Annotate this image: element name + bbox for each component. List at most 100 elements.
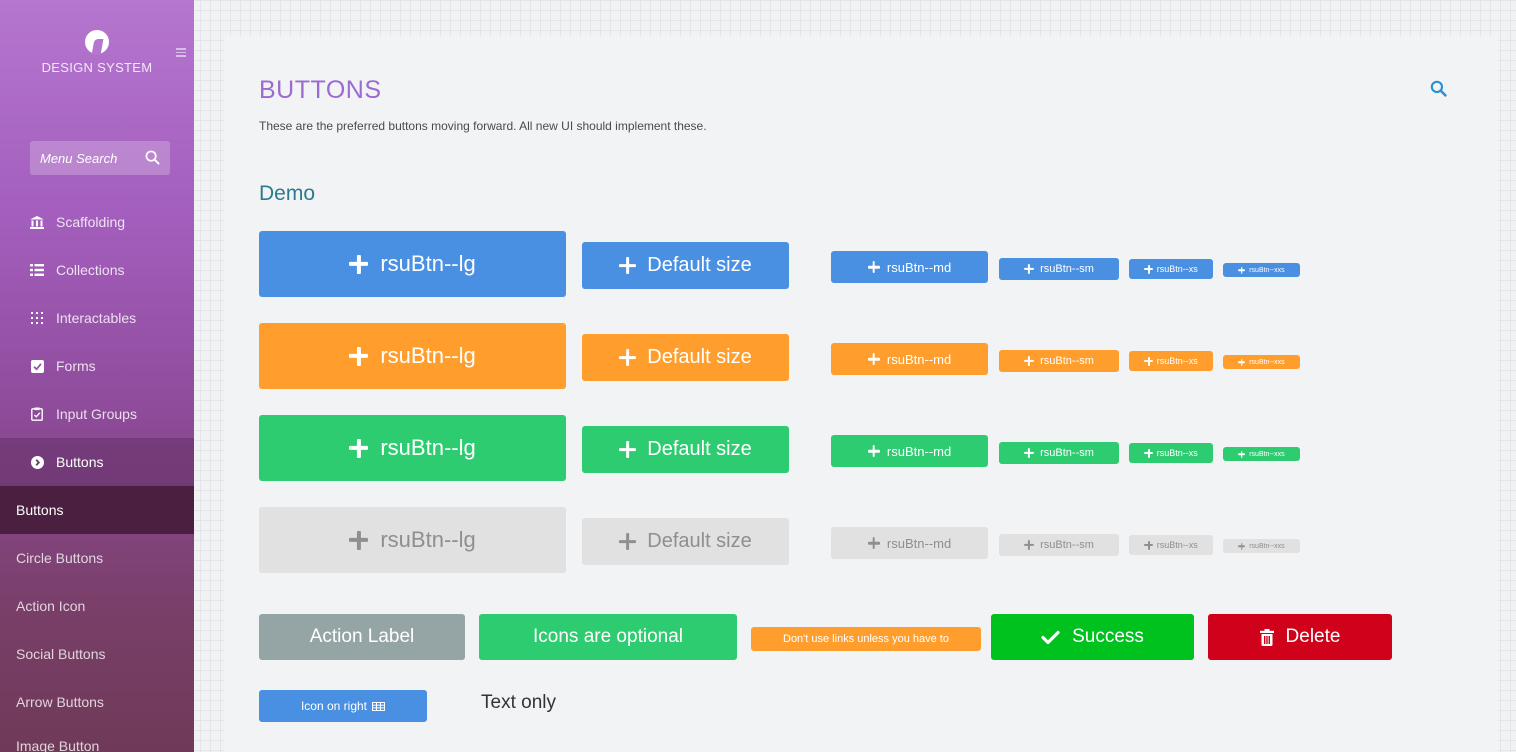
orange-xxs-button[interactable]: rsuBtn--xxs <box>1223 355 1300 369</box>
sidebar-subitem-label: Arrow Buttons <box>16 694 104 710</box>
plus-icon <box>349 439 368 458</box>
action-label-button[interactable]: Action Label <box>259 614 465 660</box>
button-label: rsuBtn--lg <box>380 343 476 368</box>
building-icon <box>30 215 44 229</box>
disabled-xxs-button: rsuBtn--xxs <box>1223 539 1300 553</box>
plus-icon <box>619 349 636 366</box>
button-label: Default size <box>647 346 752 368</box>
plus-icon <box>1024 448 1034 458</box>
delete-button[interactable]: Delete <box>1208 614 1392 660</box>
icons-optional-button[interactable]: Icons are optional <box>479 614 737 660</box>
button-label: rsuBtn--lg <box>380 435 476 460</box>
search-icon[interactable] <box>1430 80 1447 102</box>
plus-icon <box>1024 540 1034 550</box>
grid-dots-icon <box>30 311 44 325</box>
button-label: Don't use links unless you have to <box>783 633 949 645</box>
green-lg-button[interactable]: rsuBtn--lg <box>259 415 566 481</box>
plus-icon <box>1238 359 1245 366</box>
blue-default-button[interactable]: Default size <box>582 242 789 289</box>
blue-xs-button[interactable]: rsuBtn--xs <box>1129 259 1213 279</box>
menu-search-placeholder: Menu Search <box>40 151 118 166</box>
checkbox-icon <box>30 359 44 373</box>
sidebar-item-input-groups[interactable]: Input Groups <box>0 390 194 438</box>
plus-icon <box>1238 451 1245 458</box>
success-button[interactable]: Success <box>991 614 1194 660</box>
button-label: Icon on right <box>300 699 368 713</box>
green-md-button[interactable]: rsuBtn--md <box>831 435 988 467</box>
button-label: rsuBtn--xs <box>1156 540 1198 550</box>
sidebar-subitem-social-buttons[interactable]: Social Buttons <box>0 630 194 678</box>
plus-icon <box>1238 267 1245 274</box>
menu-search-input[interactable]: Menu Search <box>30 141 170 175</box>
button-label: rsuBtn--xxs <box>1249 450 1285 458</box>
button-label: rsuBtn--sm <box>1040 263 1094 275</box>
logo-icon <box>85 30 109 54</box>
icon-on-right-button[interactable]: Icon on right <box>259 690 427 722</box>
sidebar-subitem-buttons[interactable]: Buttons <box>0 486 194 534</box>
plus-icon <box>1024 356 1034 366</box>
orange-xs-button[interactable]: rsuBtn--xs <box>1129 351 1213 371</box>
sidebar-subitem-action-icon[interactable]: Action Icon <box>0 582 194 630</box>
blue-sm-button[interactable]: rsuBtn--sm <box>999 258 1119 280</box>
clipboard-check-icon <box>30 407 44 421</box>
sidebar: DESIGN SYSTEM Menu Search Scaffolding Co… <box>0 0 194 752</box>
button-label: rsuBtn--lg <box>380 527 476 552</box>
orange-md-button[interactable]: rsuBtn--md <box>831 343 988 375</box>
sidebar-subitem-image-button[interactable]: Image Button <box>0 722 194 752</box>
button-label: Delete <box>1285 626 1341 647</box>
orange-default-button[interactable]: Default size <box>582 334 789 381</box>
sidebar-item-scaffolding[interactable]: Scaffolding <box>0 198 194 246</box>
sidebar-item-label: Interactables <box>56 310 137 326</box>
sidebar-item-label: Forms <box>56 358 96 374</box>
button-label: rsuBtn--sm <box>1040 447 1094 459</box>
button-label: rsuBtn--xxs <box>1249 542 1285 550</box>
page-title: BUTTONS <box>259 76 382 104</box>
hamburger-menu-icon[interactable] <box>176 48 186 59</box>
checkmark-icon <box>1041 630 1060 645</box>
sidebar-subitem-arrow-buttons[interactable]: Arrow Buttons <box>0 678 194 726</box>
button-label: Default size <box>647 530 752 552</box>
plus-icon <box>1144 449 1153 458</box>
green-default-button[interactable]: Default size <box>582 426 789 473</box>
orange-lg-button[interactable]: rsuBtn--lg <box>259 323 566 389</box>
sidebar-subitem-label: Action Icon <box>16 598 86 614</box>
logo[interactable]: DESIGN SYSTEM <box>0 30 194 75</box>
blue-lg-button[interactable]: rsuBtn--lg <box>259 231 566 297</box>
green-xxs-button[interactable]: rsuBtn--xxs <box>1223 447 1300 461</box>
section-title: Demo <box>259 182 316 205</box>
text-only-button[interactable]: Text only <box>481 692 556 714</box>
green-sm-button[interactable]: rsuBtn--sm <box>999 442 1119 464</box>
sidebar-item-interactables[interactable]: Interactables <box>0 294 194 342</box>
plus-icon <box>349 531 368 550</box>
button-label: rsuBtn--xxs <box>1249 358 1285 366</box>
sidebar-item-collections[interactable]: Collections <box>0 246 194 294</box>
disabled-lg-button: rsuBtn--lg <box>259 507 566 573</box>
button-label: rsuBtn--xs <box>1156 448 1198 458</box>
plus-icon <box>1238 543 1245 550</box>
sidebar-subitem-circle-buttons[interactable]: Circle Buttons <box>0 534 194 582</box>
disabled-default-button: Default size <box>582 518 789 565</box>
plus-icon <box>868 353 880 365</box>
blue-md-button[interactable]: rsuBtn--md <box>831 251 988 283</box>
blue-xxs-button[interactable]: rsuBtn--xxs <box>1223 263 1300 277</box>
plus-icon <box>1144 541 1153 550</box>
disabled-sm-button: rsuBtn--sm <box>999 534 1119 556</box>
sidebar-item-label: Scaffolding <box>56 214 126 230</box>
button-label: rsuBtn--xxs <box>1249 266 1285 274</box>
trash-icon <box>1259 628 1274 646</box>
sidebar-item-forms[interactable]: Forms <box>0 342 194 390</box>
search-icon[interactable] <box>145 150 160 170</box>
plus-icon <box>619 533 636 550</box>
sidebar-item-buttons[interactable]: Buttons <box>0 438 194 486</box>
link-button[interactable]: Don't use links unless you have to <box>751 627 981 651</box>
sidebar-subitem-label: Circle Buttons <box>16 550 104 566</box>
green-xs-button[interactable]: rsuBtn--xs <box>1129 443 1213 463</box>
sidebar-subitem-label: Social Buttons <box>16 646 106 662</box>
sidebar-item-label: Input Groups <box>56 406 137 422</box>
plus-icon <box>1144 357 1153 366</box>
disabled-md-button: rsuBtn--md <box>831 527 988 559</box>
plus-icon <box>868 537 880 549</box>
button-label: Default size <box>647 438 752 460</box>
orange-sm-button[interactable]: rsuBtn--sm <box>999 350 1119 372</box>
button-label: rsuBtn--md <box>886 443 952 459</box>
